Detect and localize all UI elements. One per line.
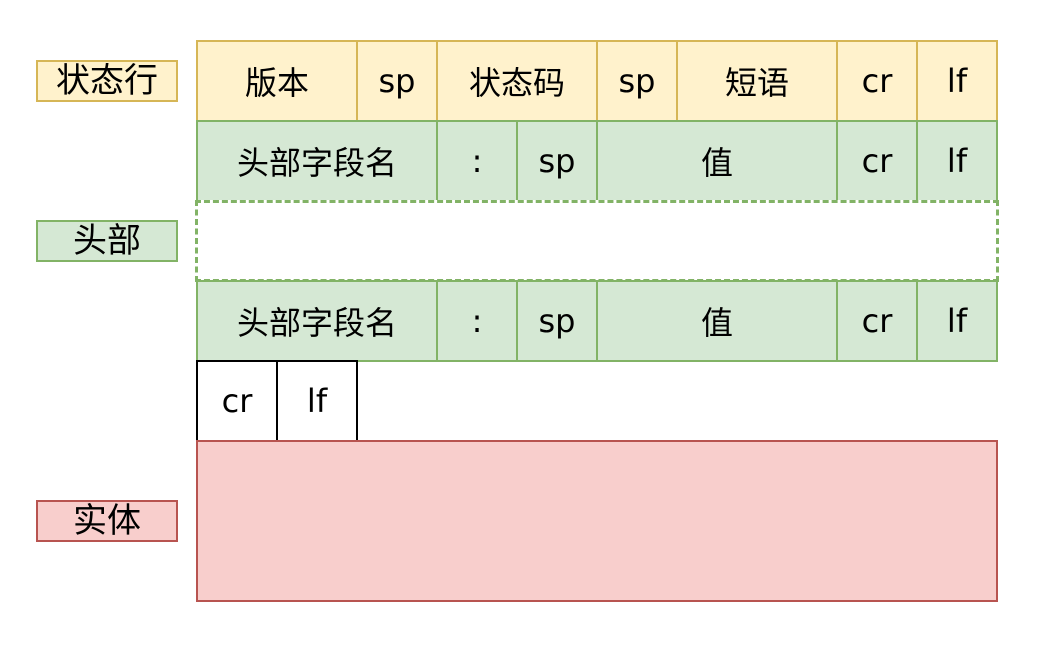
status-code-cell: 状态码: [436, 40, 598, 122]
sp-cell: sp: [596, 40, 678, 122]
phrase-cell: 短语: [676, 40, 838, 122]
lf-cell: lf: [916, 40, 998, 122]
headers-label: 头部: [36, 220, 178, 262]
body-label: 实体: [36, 500, 178, 542]
more-headers-placeholder: [195, 200, 999, 282]
cr-cell: cr: [836, 40, 918, 122]
entity-body-block: [196, 440, 998, 602]
value-cell: 值: [596, 280, 838, 362]
lf-cell: lf: [916, 120, 998, 202]
header-field-name-cell: 头部字段名: [196, 280, 438, 362]
cr-cell: cr: [836, 280, 918, 362]
value-cell: 值: [596, 120, 838, 202]
sp-cell: sp: [516, 280, 598, 362]
header-field-name-cell: 头部字段名: [196, 120, 438, 202]
sp-cell: sp: [356, 40, 438, 122]
colon-cell: :: [436, 120, 518, 202]
colon-cell: :: [436, 280, 518, 362]
version-cell: 版本: [196, 40, 358, 122]
sp-cell: sp: [516, 120, 598, 202]
lf-cell: lf: [916, 280, 998, 362]
status-line-label: 状态行: [36, 60, 178, 102]
cr-cell: cr: [836, 120, 918, 202]
cr-cell: cr: [196, 360, 278, 442]
lf-cell: lf: [276, 360, 358, 442]
